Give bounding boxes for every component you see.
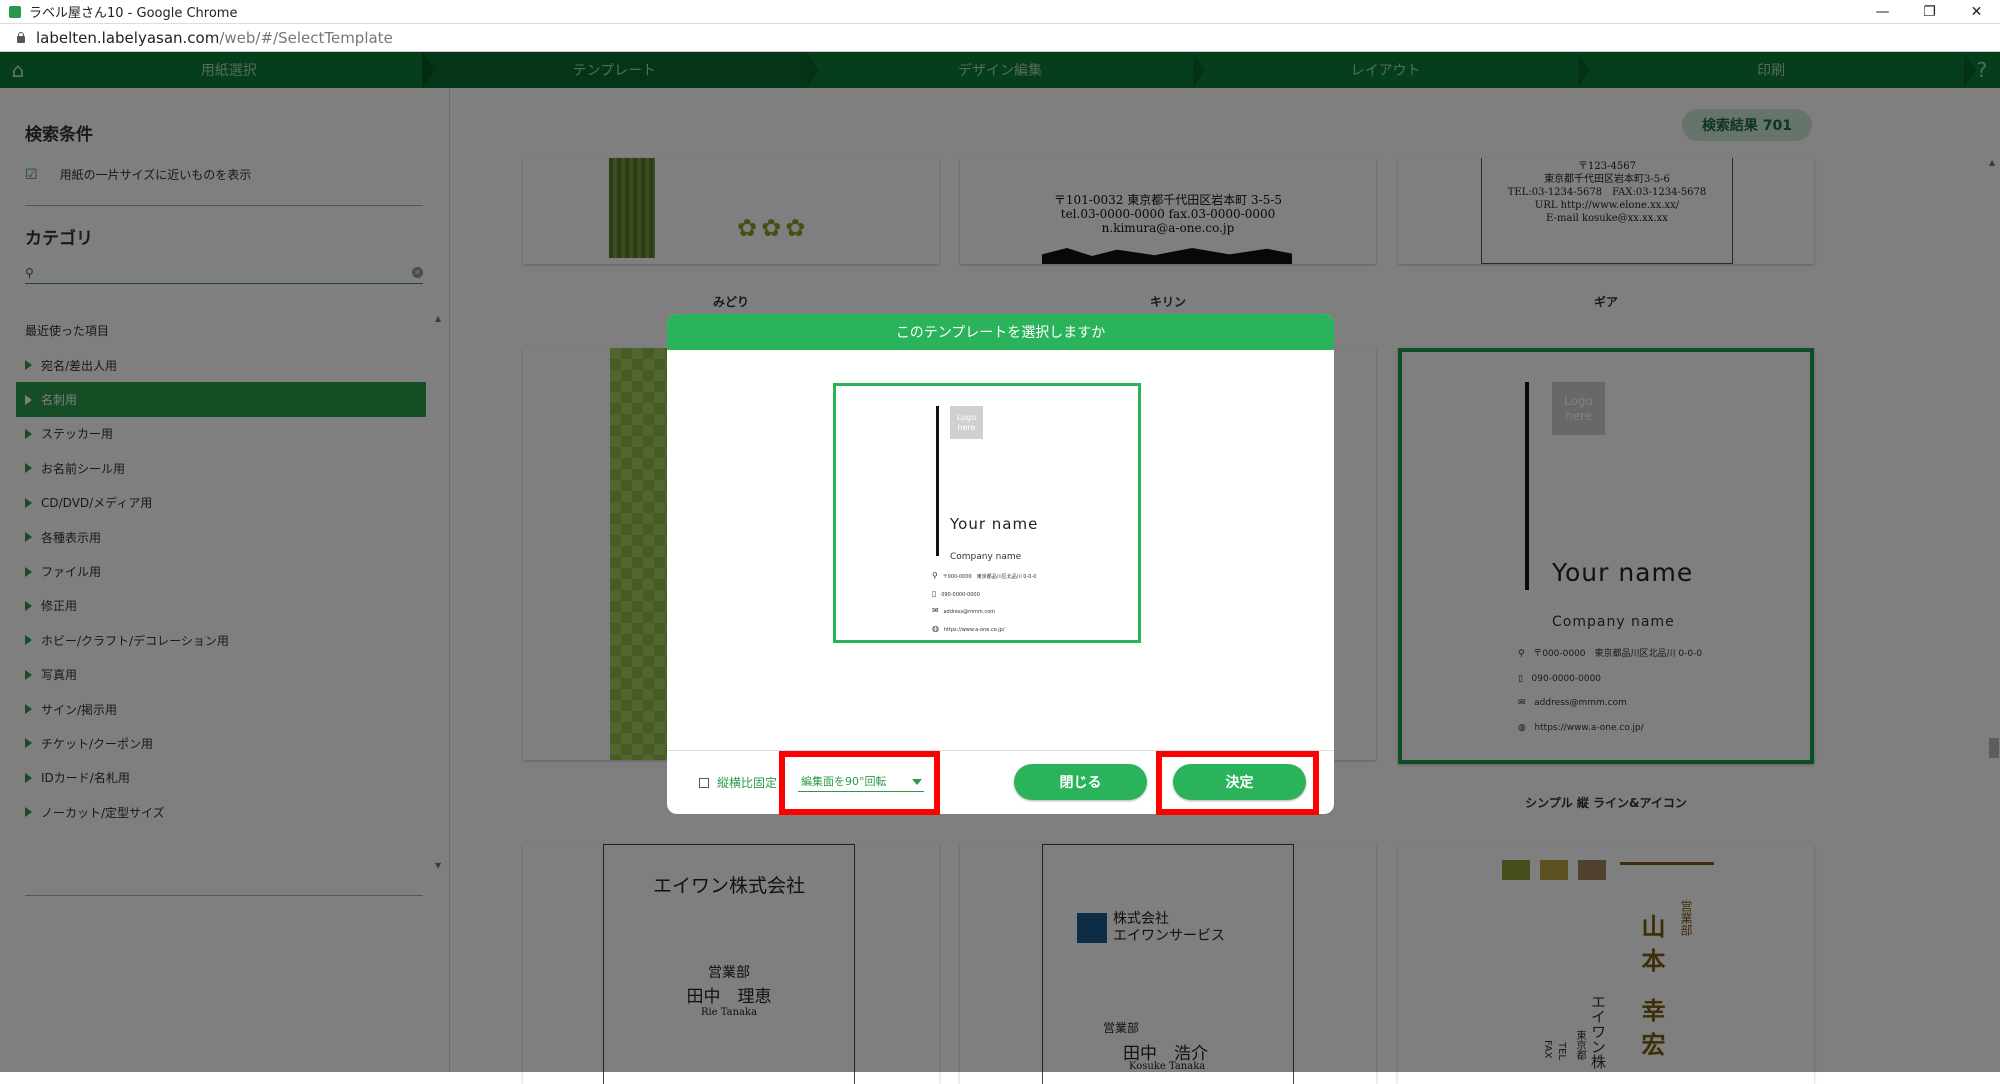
divider	[667, 750, 1334, 751]
location-icon: ⚲	[932, 571, 938, 580]
preview-name: Your name	[950, 515, 1039, 533]
app-favicon-icon	[9, 5, 21, 18]
aspect-ratio-label: 縦横比固定	[717, 776, 778, 790]
url-path: /web/#/SelectTemplate	[219, 28, 393, 47]
preview-address: 〒000-0000 東京都品川区北品川 0-0-0	[942, 574, 1037, 580]
address-bar[interactable]: labelten.labelyasan.com/web/#/SelectTemp…	[0, 24, 2000, 52]
template-confirm-dialog: このテンプレートを選択しますか Logo here Your name Comp…	[667, 314, 1334, 814]
minimize-button[interactable]: —	[1859, 0, 1906, 24]
ok-button[interactable]: 決定	[1173, 764, 1306, 800]
vertical-line	[936, 406, 939, 556]
window-title: ラベル屋さん10 - Google Chrome	[29, 6, 238, 21]
dialog-title: このテンプレートを選択しますか	[667, 314, 1334, 350]
globe-icon: ◍	[932, 623, 939, 633]
aspect-ratio-checkbox[interactable]: 縦横比固定	[699, 774, 777, 791]
logo-placeholder: Logo here	[950, 406, 983, 439]
rotate-select-value: 編集面を90°回転	[801, 774, 887, 788]
phone-icon: ▯	[932, 588, 937, 598]
mail-icon: ✉	[932, 606, 939, 615]
close-button[interactable]: 閉じる	[1014, 764, 1147, 800]
preview-company: Company name	[950, 552, 1022, 562]
preview-phone: 090-0000-0000	[941, 591, 980, 598]
preview-web: https://www.a-one.co.jp/	[943, 626, 1005, 633]
checkbox-unchecked-icon	[699, 777, 709, 788]
preview-email: address@mmm.com	[943, 609, 996, 615]
chevron-down-icon	[912, 779, 922, 785]
restore-button[interactable]: ❐	[1906, 0, 1953, 24]
template-preview: Logo here Your name Company name ⚲ 〒000-…	[833, 383, 1141, 643]
lock-icon	[16, 32, 26, 43]
url-text[interactable]: labelten.labelyasan.com/web/#/SelectTemp…	[36, 29, 393, 47]
close-window-button[interactable]: ✕	[1953, 0, 2000, 24]
url-host: labelten.labelyasan.com	[36, 28, 220, 47]
window-titlebar: ラベル屋さん10 - Google Chrome — ❐ ✕	[0, 0, 2000, 24]
rotate-select[interactable]: 編集面を90°回転	[798, 770, 924, 792]
